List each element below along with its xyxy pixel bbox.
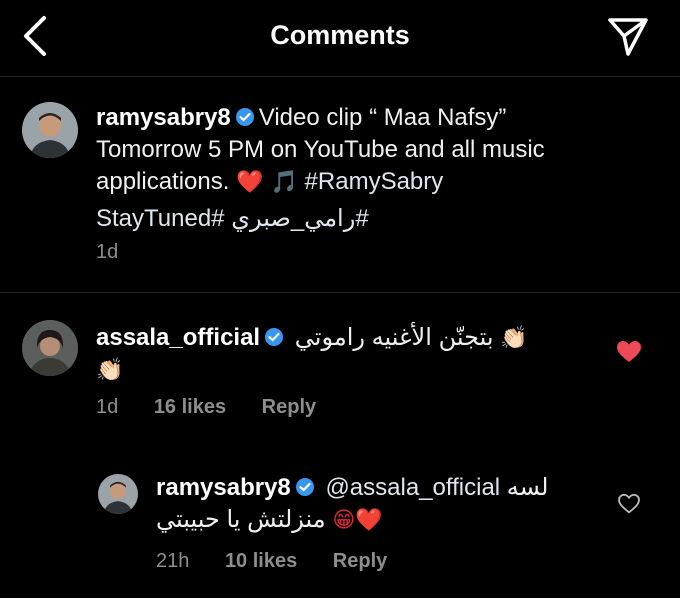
- clapping-emoji: 👏🏻: [500, 326, 528, 351]
- avatar[interactable]: [98, 474, 138, 514]
- reply-body-word: لسه: [506, 474, 549, 501]
- reply-reply-button[interactable]: Reply: [333, 550, 387, 572]
- grin-heart-emoji: 😁❤️: [332, 508, 383, 533]
- heart-outline-icon: [618, 493, 640, 514]
- reply-likes[interactable]: 10 likes: [225, 550, 297, 572]
- avatar[interactable]: [22, 102, 78, 158]
- profile-photo-icon: [98, 474, 138, 514]
- comment-text: assala_official بتجنّن الأغنيه راموتي 👏🏻…: [96, 322, 616, 387]
- caption-line1: Video clip “ Maa Nafsy”: [258, 104, 507, 131]
- reply-username[interactable]: ramysabry8: [156, 474, 291, 501]
- reply-body-line2: منزلتش يا حبيبتي: [156, 506, 326, 533]
- reply-time: 21h: [156, 550, 190, 572]
- verified-badge-icon: [265, 328, 284, 346]
- reply-like-button[interactable]: [618, 493, 640, 519]
- verified-badge-icon: [295, 478, 314, 496]
- verified-badge-icon: [235, 108, 254, 126]
- hashtag-link[interactable]: #RamySabry: [305, 168, 444, 195]
- caption-line2: Tomorrow 5 PM on YouTube and all music: [96, 136, 545, 163]
- comment-body: بتجنّن الأغنيه راموتي: [294, 324, 494, 351]
- clapping-emoji-line2: 👏🏻: [96, 358, 124, 383]
- caption-line3-text: applications.: [96, 168, 230, 195]
- share-button[interactable]: [606, 14, 650, 58]
- comment-reply-button[interactable]: Reply: [262, 396, 316, 418]
- caption-line4-hashtags[interactable]: StayTuned# رامي_صبري#: [96, 203, 656, 235]
- comment-time: 1d: [96, 396, 119, 418]
- caption-meta: 1d: [96, 241, 148, 264]
- reply-meta: 21h 10 likes Reply: [156, 550, 417, 573]
- reply-text: ramysabry8 @assala_official لسه منزلتش ي…: [156, 472, 596, 537]
- divider: [0, 292, 680, 293]
- header-bar: Comments: [0, 0, 680, 77]
- caption-text: ramysabry8 Video clip “ Maa Nafsy” Tomorr…: [96, 102, 656, 235]
- caption-username[interactable]: ramysabry8: [96, 104, 231, 131]
- heart-music-emoji: ❤️ 🎵: [236, 170, 298, 195]
- caption-time: 1d: [96, 241, 119, 263]
- profile-photo-icon: [22, 102, 78, 158]
- mention-link[interactable]: @assala_official: [325, 474, 500, 501]
- comment-like-button[interactable]: [616, 340, 642, 369]
- heart-filled-icon: [617, 341, 641, 362]
- comment-meta: 1d 16 likes Reply: [96, 396, 346, 419]
- avatar[interactable]: [22, 320, 78, 376]
- comment-username[interactable]: assala_official: [96, 324, 260, 351]
- paper-plane-icon: [608, 18, 648, 56]
- page-title: Comments: [270, 20, 410, 50]
- profile-photo-icon: [22, 320, 78, 376]
- comment-likes[interactable]: 16 likes: [154, 396, 226, 418]
